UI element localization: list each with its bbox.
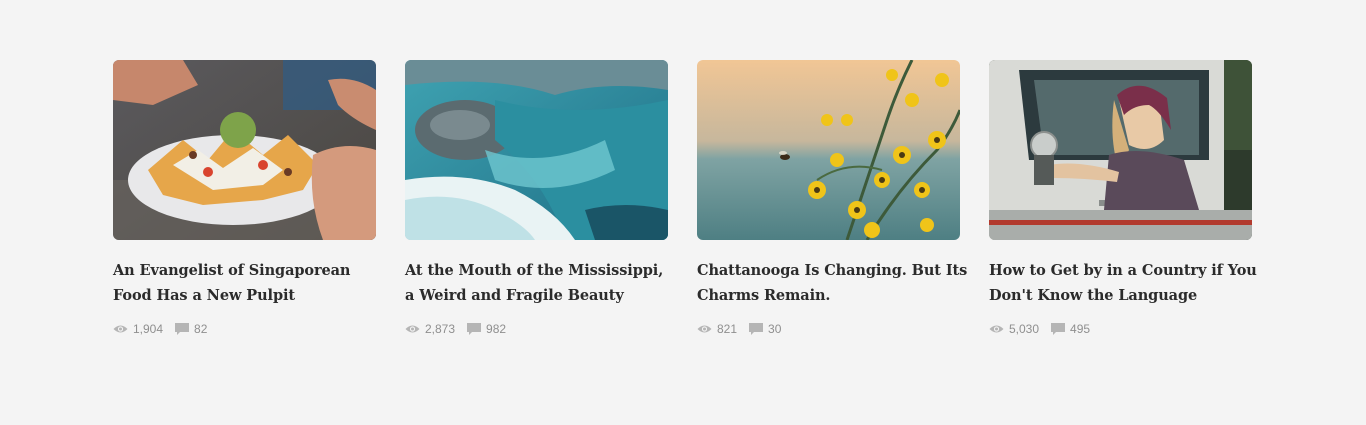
river-rapids-photo bbox=[405, 60, 668, 240]
views-value: 2,873 bbox=[425, 322, 456, 336]
article-title[interactable]: How to Get by in a Country if You Don't … bbox=[989, 258, 1257, 308]
comments-value: 82 bbox=[194, 322, 208, 336]
article-thumbnail[interactable] bbox=[697, 60, 960, 240]
views-count: 5,030 bbox=[989, 322, 1039, 336]
eye-icon bbox=[697, 324, 712, 334]
eye-icon bbox=[989, 324, 1004, 334]
article-card[interactable]: How to Get by in a Country if You Don't … bbox=[989, 60, 1257, 336]
article-title-line: How to Get by in a Country if You bbox=[989, 262, 1257, 279]
article-title-line: a Weird and Fragile Beauty bbox=[405, 287, 624, 304]
comments-value: 982 bbox=[486, 322, 507, 336]
comment-icon bbox=[175, 322, 190, 336]
eye-icon bbox=[113, 324, 128, 334]
article-thumbnail[interactable] bbox=[405, 60, 668, 240]
comments-count: 30 bbox=[749, 322, 781, 336]
article-meta: 821 30 bbox=[697, 322, 960, 336]
comments-count: 82 bbox=[175, 322, 207, 336]
comment-icon bbox=[749, 322, 764, 336]
article-thumbnail[interactable] bbox=[989, 60, 1252, 240]
article-card[interactable]: At the Mouth of the Mississippi, a Weird… bbox=[405, 60, 668, 336]
comment-icon bbox=[467, 322, 482, 336]
article-meta: 1,904 82 bbox=[113, 322, 376, 336]
article-title-line: Food Has a New Pulpit bbox=[113, 287, 295, 304]
article-title-line: Charms Remain. bbox=[697, 287, 831, 304]
comments-count: 982 bbox=[467, 322, 506, 336]
nachos-photo bbox=[113, 60, 376, 240]
article-title-line: An Evangelist of Singaporean bbox=[113, 262, 351, 279]
eye-icon bbox=[405, 324, 420, 334]
article-card-list: An Evangelist of Singaporean Food Has a … bbox=[113, 60, 1257, 336]
article-title[interactable]: Chattanooga Is Changing. But Its Charms … bbox=[697, 258, 968, 308]
woman-in-truck-photo bbox=[989, 60, 1252, 240]
comments-count: 495 bbox=[1051, 322, 1090, 336]
article-title[interactable]: At the Mouth of the Mississippi, a Weird… bbox=[405, 258, 668, 308]
comments-value: 30 bbox=[768, 322, 782, 336]
views-value: 821 bbox=[717, 322, 738, 336]
comments-value: 495 bbox=[1070, 322, 1091, 336]
article-title-line: At the Mouth of the Mississippi, bbox=[405, 262, 664, 279]
article-title-line: Chattanooga Is Changing. But Its bbox=[697, 262, 968, 279]
article-card[interactable]: Chattanooga Is Changing. But Its Charms … bbox=[697, 60, 968, 336]
article-meta: 2,873 982 bbox=[405, 322, 668, 336]
views-count: 821 bbox=[697, 322, 737, 336]
views-value: 1,904 bbox=[133, 322, 164, 336]
comment-icon bbox=[1051, 322, 1066, 336]
article-title[interactable]: An Evangelist of Singaporean Food Has a … bbox=[113, 258, 376, 308]
views-value: 5,030 bbox=[1009, 322, 1040, 336]
yellow-flowers-photo bbox=[697, 60, 960, 240]
views-count: 2,873 bbox=[405, 322, 455, 336]
article-thumbnail[interactable] bbox=[113, 60, 376, 240]
article-title-line: Don't Know the Language bbox=[989, 287, 1198, 304]
article-meta: 5,030 495 bbox=[989, 322, 1252, 336]
views-count: 1,904 bbox=[113, 322, 163, 336]
article-card[interactable]: An Evangelist of Singaporean Food Has a … bbox=[113, 60, 376, 336]
